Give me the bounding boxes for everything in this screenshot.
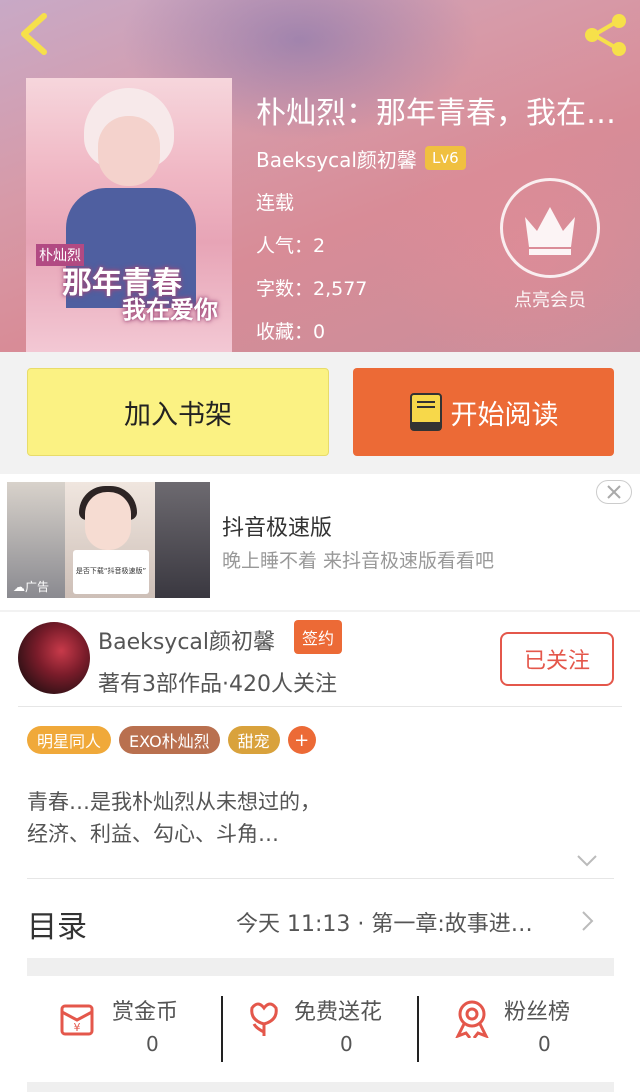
- cover-title-line2: 我在爱你: [122, 296, 218, 324]
- fan-ranking-button[interactable]: 粉丝榜 0: [452, 994, 592, 1060]
- author-name[interactable]: Baeksycal颜初馨: [256, 144, 417, 173]
- fan-ranking-value: 0: [538, 1032, 551, 1056]
- tag-0[interactable]: 明星同人: [27, 726, 112, 754]
- popularity-count: 人气：2: [256, 235, 326, 257]
- author-avatar[interactable]: [18, 622, 90, 694]
- level-badge: Lv6: [424, 146, 466, 170]
- tag-2[interactable]: 甜宠: [227, 726, 280, 754]
- section-separator: [27, 958, 614, 976]
- reward-coins-button[interactable]: ¥ 赏金币 0: [58, 994, 218, 1060]
- synopsis-line-1: 青春…是我朴灿烈从未想过的，: [27, 790, 321, 814]
- crown-icon: [525, 207, 575, 255]
- favorites-count: 收藏：0: [256, 321, 326, 343]
- back-arrow-icon: [21, 13, 47, 55]
- share-button[interactable]: [580, 12, 630, 58]
- ad-close-button[interactable]: [596, 480, 632, 504]
- share-icon: [585, 14, 626, 56]
- book-title: 朴灿烈：那年青春，我在…: [256, 96, 616, 131]
- ad-figure-face: [85, 492, 131, 550]
- ad-description: 晚上睡不着 来抖音极速版看看吧: [222, 550, 495, 572]
- tag-list: 明星同人 EXO朴灿烈 甜宠 +: [27, 726, 316, 754]
- send-flower-button[interactable]: 免费送花 0: [244, 994, 414, 1060]
- red-envelope-icon: ¥: [60, 1004, 94, 1036]
- ad-image-panel-right: [155, 482, 210, 598]
- chevron-down-icon[interactable]: [576, 854, 598, 868]
- vip-label: 点亮会员: [514, 290, 586, 311]
- add-to-shelf-button[interactable]: 加入书架: [27, 368, 329, 456]
- ad-tag: ☁广告: [13, 580, 50, 594]
- synopsis[interactable]: 青春…是我朴灿烈从未想过的， 经济、利益、勾心、斗角…: [27, 786, 321, 850]
- author-card-name[interactable]: Baeksycal颜初馨: [98, 624, 275, 656]
- ad-title: 抖音极速版: [222, 516, 333, 541]
- divider: [18, 706, 622, 707]
- send-flower-label: 免费送花: [294, 1000, 383, 1025]
- word-count: 字数：2,577: [256, 278, 368, 300]
- vip-button[interactable]: [500, 178, 600, 278]
- ad-banner[interactable]: 是否下载“抖音极速版” ☁广告 抖音极速版 晚上睡不着 来抖音极速版看看吧: [0, 474, 640, 610]
- signed-badge: 签约: [294, 620, 343, 654]
- flower-icon: [250, 1002, 278, 1036]
- divider: [221, 996, 223, 1062]
- book-icon: [409, 393, 442, 431]
- close-icon: [607, 485, 621, 499]
- add-tag-button[interactable]: +: [287, 726, 316, 754]
- book-detail-page: 朴灿烈 那年青春 我在爱你 朴灿烈：那年青春，我在… Baeksycal颜初馨 …: [0, 0, 640, 1092]
- reward-coins-label: 赏金币: [112, 1000, 179, 1025]
- ad-image[interactable]: 是否下载“抖音极速版” ☁广告: [7, 482, 210, 598]
- start-reading-label: 开始阅读: [450, 399, 559, 431]
- cover-figure-face: [98, 116, 160, 186]
- book-cover-image[interactable]: 朴灿烈 那年青春 我在爱你: [26, 78, 232, 352]
- author-row: Baeksycal颜初馨 Lv6: [256, 144, 466, 172]
- latest-chapter[interactable]: 今天 11:13 · 第一章:故事进…: [236, 906, 566, 938]
- ad-image-popup: 是否下载“抖音极速版”: [73, 550, 149, 594]
- fan-ranking-label: 粉丝榜: [504, 1000, 571, 1025]
- author-summary: 著有3部作品·420人关注: [98, 672, 337, 697]
- tag-1[interactable]: EXO朴灿烈: [119, 726, 220, 754]
- catalog-label: 目录: [27, 910, 87, 945]
- section-separator: [27, 1082, 614, 1092]
- follow-button[interactable]: 已关注: [500, 632, 614, 686]
- ad-tag-label: 广告: [25, 580, 50, 594]
- chevron-right-icon: [582, 911, 594, 931]
- divider: [27, 878, 614, 879]
- svg-text:¥: ¥: [74, 1021, 81, 1034]
- medal-icon: [455, 1000, 489, 1038]
- reward-coins-value: 0: [146, 1032, 159, 1056]
- start-reading-button[interactable]: 开始阅读: [353, 368, 614, 456]
- serial-status: 连载: [256, 192, 295, 214]
- back-button[interactable]: [12, 10, 56, 58]
- send-flower-value: 0: [340, 1032, 353, 1056]
- divider: [417, 996, 419, 1062]
- synopsis-line-2: 经济、利益、勾心、斗角…: [27, 822, 279, 846]
